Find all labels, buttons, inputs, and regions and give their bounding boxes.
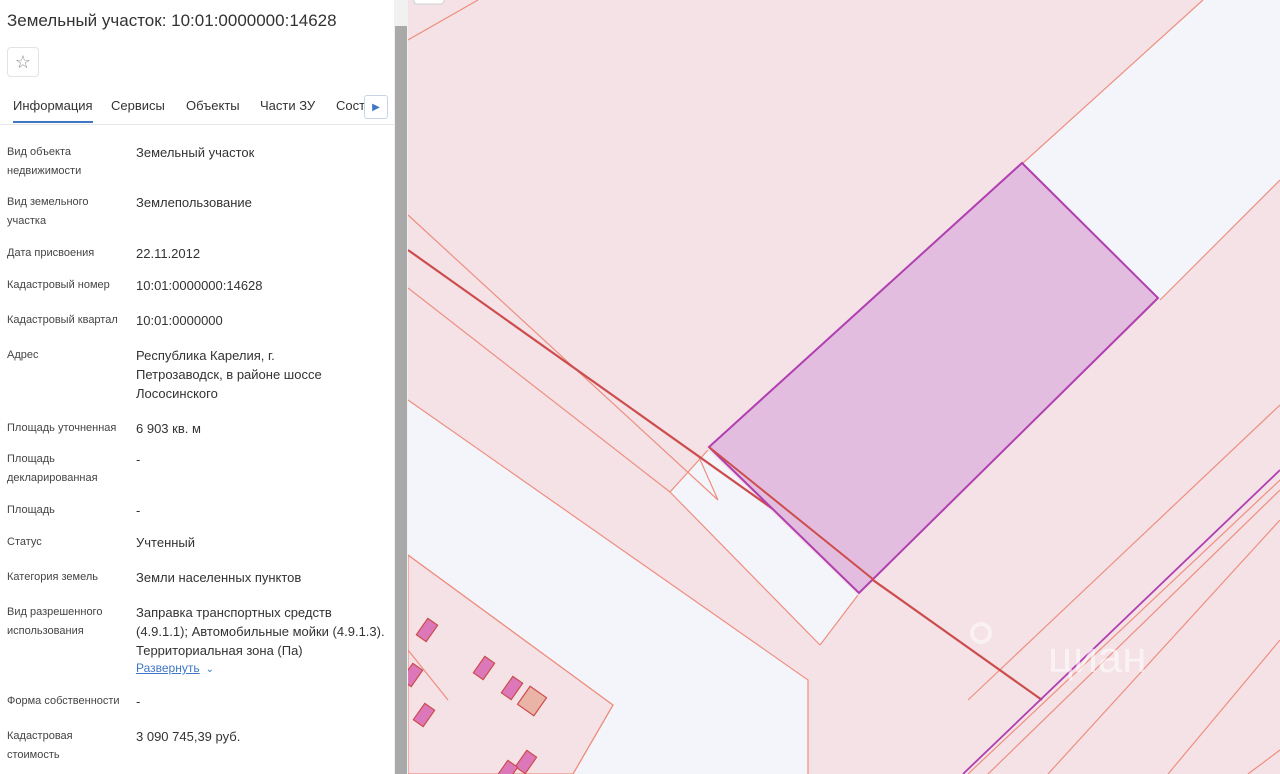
field-label: Кадастровая стоимость: [7, 730, 73, 761]
cadastral-value-value: 3 090 745,39 руб.: [136, 729, 241, 744]
field-value: Земельный участок: [136, 145, 255, 160]
field-label: Вид объекта недвижимости: [7, 146, 82, 177]
chevron-down-icon: ⌄: [205, 664, 214, 675]
field-value: -: [136, 452, 141, 467]
tab-bar: Информация Сервисы Объекты Части ЗУ Сост…: [0, 92, 394, 125]
favorite-button[interactable]: ☆: [7, 47, 39, 77]
map-canvas[interactable]: циан: [408, 0, 1280, 774]
field-label: Статус: [7, 536, 42, 548]
field-value: Земли населенных пунктов: [136, 570, 302, 585]
watermark-text: циан: [1048, 633, 1147, 682]
field-label: Вид земельного участка: [7, 196, 89, 227]
address-value: Республика Карелия, г. Петрозаводск, в р…: [136, 348, 322, 401]
cadastral-map[interactable]: циан: [408, 0, 1280, 774]
info-panel: Земельный участок: 10:01:0000000:14628 ☆…: [0, 0, 394, 774]
tab-information[interactable]: Информация: [13, 98, 93, 123]
field-label: Категория земель: [7, 571, 98, 583]
tab-objects[interactable]: Объекты: [186, 98, 240, 113]
field-label: Форма собственности: [7, 695, 120, 707]
tab-parts[interactable]: Части ЗУ: [260, 98, 315, 113]
field-label: Площадь декларированная: [7, 453, 98, 484]
panel-scrollbar[interactable]: [394, 0, 408, 774]
tabs-scroll-right-button[interactable]: ▶: [364, 95, 388, 119]
field-label: Кадастровый номер: [7, 279, 110, 291]
field-value: Землепользование: [136, 195, 252, 210]
field-value: 10:01:0000000: [136, 313, 223, 328]
field-label: Вид разрешенного использования: [7, 606, 103, 637]
expand-link[interactable]: Развернуть ⌄: [136, 661, 214, 675]
map-control-button[interactable]: [413, 0, 445, 5]
scrollbar-thumb[interactable]: [395, 26, 407, 774]
field-label: Адрес: [7, 349, 39, 361]
field-label: Площадь: [7, 504, 55, 516]
cadastral-number-value: 10:01:0000000:14628: [136, 278, 263, 293]
star-outline-icon: ☆: [14, 51, 32, 72]
permitted-use-value: Заправка транспортных средств (4.9.1.1);…: [136, 605, 385, 658]
tab-services[interactable]: Сервисы: [111, 98, 165, 113]
area-value: 6 903 кв. м: [136, 421, 201, 436]
field-label: Дата присвоения: [7, 247, 95, 259]
field-label: Площадь уточненная: [7, 422, 117, 434]
field-value: 22.11.2012: [136, 246, 201, 261]
status-value: Учтенный: [136, 535, 196, 550]
field-value: -: [136, 503, 141, 518]
tab-composition[interactable]: Состав: [336, 98, 364, 113]
page-title: Земельный участок: 10:01:0000000:14628: [7, 11, 337, 30]
field-label: Кадастровый квартал: [7, 314, 118, 326]
expand-label: Развернуть: [136, 661, 200, 675]
field-value: -: [136, 694, 141, 709]
chevron-right-icon: ▶: [372, 101, 380, 113]
